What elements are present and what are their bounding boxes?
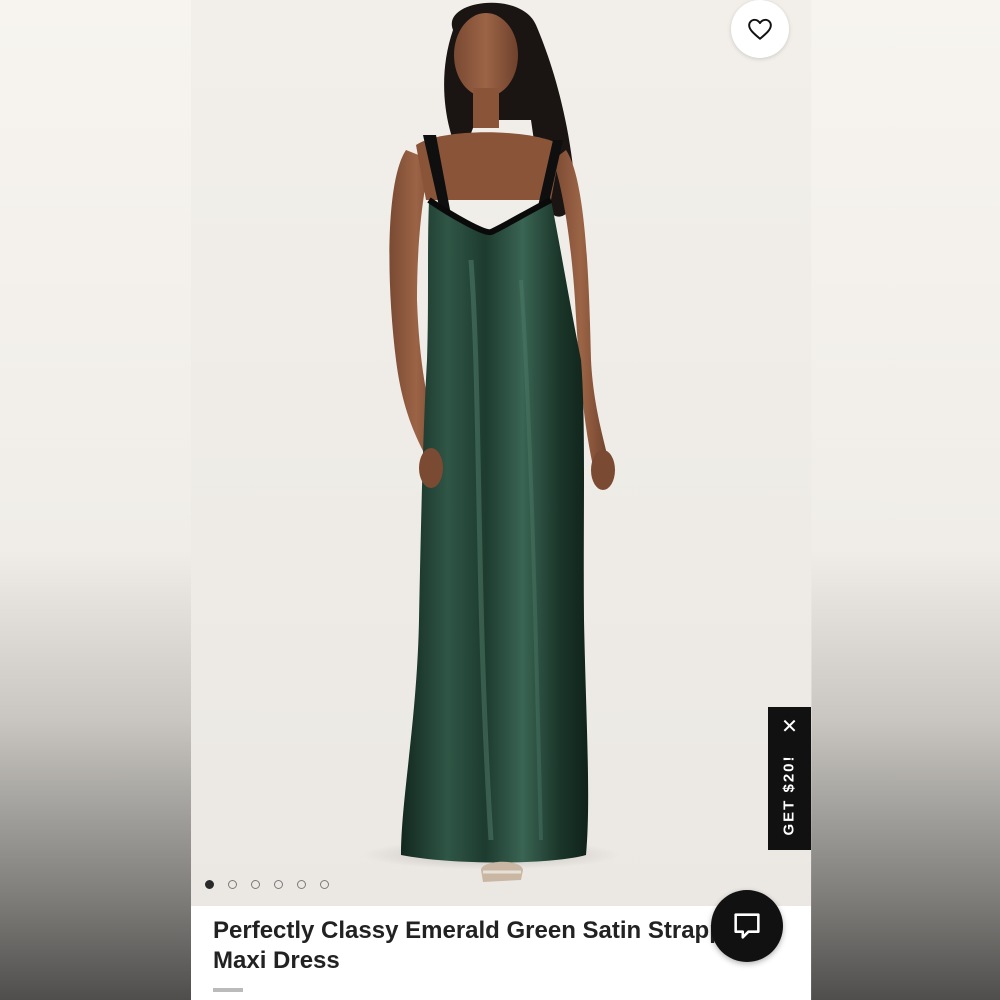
- blurred-background-right: [812, 0, 1000, 1000]
- favorite-button[interactable]: [731, 0, 789, 58]
- product-page: ✕ GET $20! Perfectly Classy Emerald Gree…: [191, 0, 811, 1000]
- heart-icon: [748, 18, 772, 40]
- product-title: Perfectly Classy Emerald Green Satin Str…: [213, 917, 738, 974]
- carousel-dot-5[interactable]: [297, 880, 306, 889]
- carousel-dot-4[interactable]: [274, 880, 283, 889]
- carousel-dot-6[interactable]: [320, 880, 329, 889]
- close-icon[interactable]: ✕: [768, 717, 811, 737]
- screenshot-frame: ✕ GET $20! Perfectly Classy Emerald Gree…: [0, 0, 1000, 1000]
- promo-tab[interactable]: ✕ GET $20!: [768, 707, 811, 850]
- carousel-dot-1[interactable]: [205, 880, 214, 889]
- chat-bubble-icon: [734, 913, 760, 939]
- promo-label: GET $20!: [780, 754, 798, 836]
- carousel-dot-3[interactable]: [251, 880, 260, 889]
- product-image[interactable]: ✕ GET $20!: [191, 0, 811, 906]
- blurred-background-left: [0, 0, 192, 1000]
- image-carousel-indicator: [205, 880, 329, 889]
- carousel-dot-2[interactable]: [228, 880, 237, 889]
- brand-placeholder: [213, 988, 243, 992]
- model-in-dress-illustration: [389, 2, 615, 882]
- chat-button[interactable]: [711, 890, 783, 962]
